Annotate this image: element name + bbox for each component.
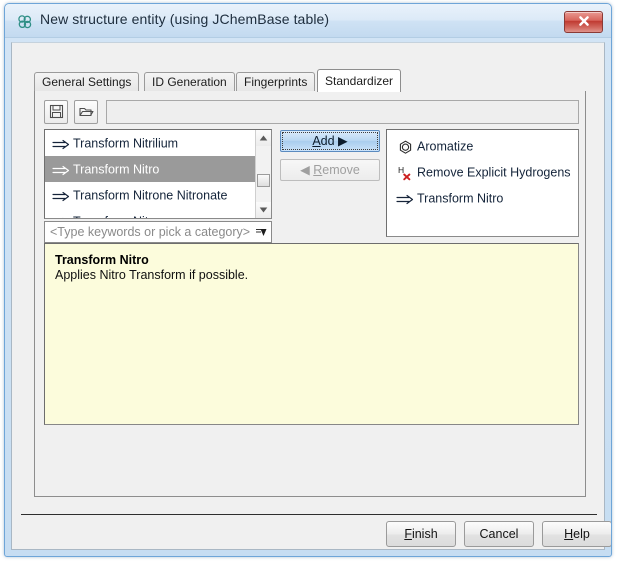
tab-id-generation[interactable]: ID Generation <box>144 72 235 92</box>
save-floppy-icon <box>45 104 67 119</box>
help-button-label-rest: elp <box>573 527 590 541</box>
close-button[interactable] <box>564 11 603 33</box>
footer-separator <box>21 514 597 515</box>
category-filter-placeholder: <Type keywords or pick a category> <box>50 225 250 239</box>
tab-strip: General Settings ID Generation Fingerpri… <box>34 69 586 92</box>
remove-hydrogens-icon: H <box>393 160 417 186</box>
finish-button[interactable]: Finish <box>386 521 456 547</box>
description-title: Transform Nitro <box>55 253 568 267</box>
category-filter-combobox[interactable]: <Type keywords or pick a category> <box>44 221 272 243</box>
finish-button-mnemonic: F <box>404 527 412 541</box>
transform-arrow-icon <box>49 183 73 209</box>
scroll-down-arrow-icon[interactable] <box>256 202 271 218</box>
scrollbar-thumb[interactable] <box>257 174 270 187</box>
list-item[interactable]: Transform Nitro <box>387 185 578 211</box>
list-item[interactable]: Transform Nitrone Nitronate <box>45 182 255 208</box>
selected-list-items: Aromatize H Remove Explicit Hydrogens <box>387 130 578 211</box>
list-item-label: Remove Explicit Hydrogens <box>417 166 571 180</box>
transform-arrow-icon <box>49 131 73 157</box>
list-item-label: Aromatize <box>417 140 473 154</box>
list-item-label: Transform Nitroso <box>73 215 173 219</box>
list-item[interactable]: H Remove Explicit Hydrogens <box>387 159 578 185</box>
window-title: New structure entity (using JChemBase ta… <box>40 11 329 27</box>
list-item-label: Transform Nitrone Nitronate <box>73 189 227 203</box>
remove-button[interactable]: ◀ Remove <box>280 159 380 181</box>
open-folder-icon <box>75 104 97 119</box>
available-list-scrollbar[interactable] <box>255 130 271 218</box>
list-item[interactable]: Aromatize <box>387 133 578 159</box>
list-item[interactable]: Transform Nitroso <box>45 208 255 219</box>
remove-arrow-icon: ◀ <box>300 163 310 177</box>
chevron-down-icon <box>255 227 268 242</box>
aromatize-hexagon-icon <box>393 134 417 160</box>
add-button[interactable]: Add ▶ <box>280 130 380 152</box>
scroll-up-arrow-icon[interactable] <box>256 130 271 146</box>
finish-button-label-rest: inish <box>412 527 438 541</box>
add-arrow-icon: ▶ <box>338 134 348 148</box>
open-configuration-button[interactable] <box>74 100 98 124</box>
save-configuration-button[interactable] <box>44 100 68 124</box>
dialog-client-area: General Settings ID Generation Fingerpri… <box>11 42 605 550</box>
tab-fingerprints[interactable]: Fingerprints <box>236 72 315 92</box>
config-toolbar <box>44 100 579 124</box>
tab-standardizer[interactable]: Standardizer <box>317 69 401 92</box>
description-body: Applies Nitro Transform if possible. <box>55 268 568 282</box>
standardizer-panel: Transform Nitrilium Transform Nitro <box>34 91 586 497</box>
add-button-label-rest: dd <box>321 134 335 148</box>
dialog-window: New structure entity (using JChemBase ta… <box>4 3 612 557</box>
transform-arrow-icon <box>49 209 73 219</box>
add-button-mnemonic: A <box>312 134 320 148</box>
help-button[interactable]: Help <box>542 521 612 547</box>
list-item[interactable]: Transform Nitrilium <box>45 130 255 156</box>
selected-transforms-list[interactable]: Aromatize H Remove Explicit Hydrogens <box>386 129 579 237</box>
remove-button-label-rest: emove <box>322 163 360 177</box>
list-item-label: Transform Nitro <box>73 163 159 177</box>
remove-button-mnemonic: R <box>313 163 322 177</box>
tab-general-settings[interactable]: General Settings <box>34 72 139 92</box>
molecule-icon <box>16 13 33 30</box>
transform-arrow-icon <box>393 186 417 212</box>
available-transforms-list[interactable]: Transform Nitrilium Transform Nitro <box>44 129 272 219</box>
transform-selection-row: Transform Nitrilium Transform Nitro <box>44 129 579 237</box>
list-item-label: Transform Nitro <box>417 192 503 206</box>
cancel-button[interactable]: Cancel <box>464 521 534 547</box>
available-list-items: Transform Nitrilium Transform Nitro <box>45 130 255 219</box>
help-button-mnemonic: H <box>564 527 573 541</box>
description-panel: Transform Nitro Applies Nitro Transform … <box>44 243 579 425</box>
dialog-footer: Finish Cancel Help <box>12 521 604 551</box>
list-item-label: Transform Nitrilium <box>73 137 178 151</box>
title-bar: New structure entity (using JChemBase ta… <box>5 4 611 38</box>
svg-text:H: H <box>398 165 404 175</box>
transform-arrow-icon <box>49 157 73 183</box>
configuration-path-field[interactable] <box>106 100 579 124</box>
list-item[interactable]: Transform Nitro <box>45 156 255 182</box>
